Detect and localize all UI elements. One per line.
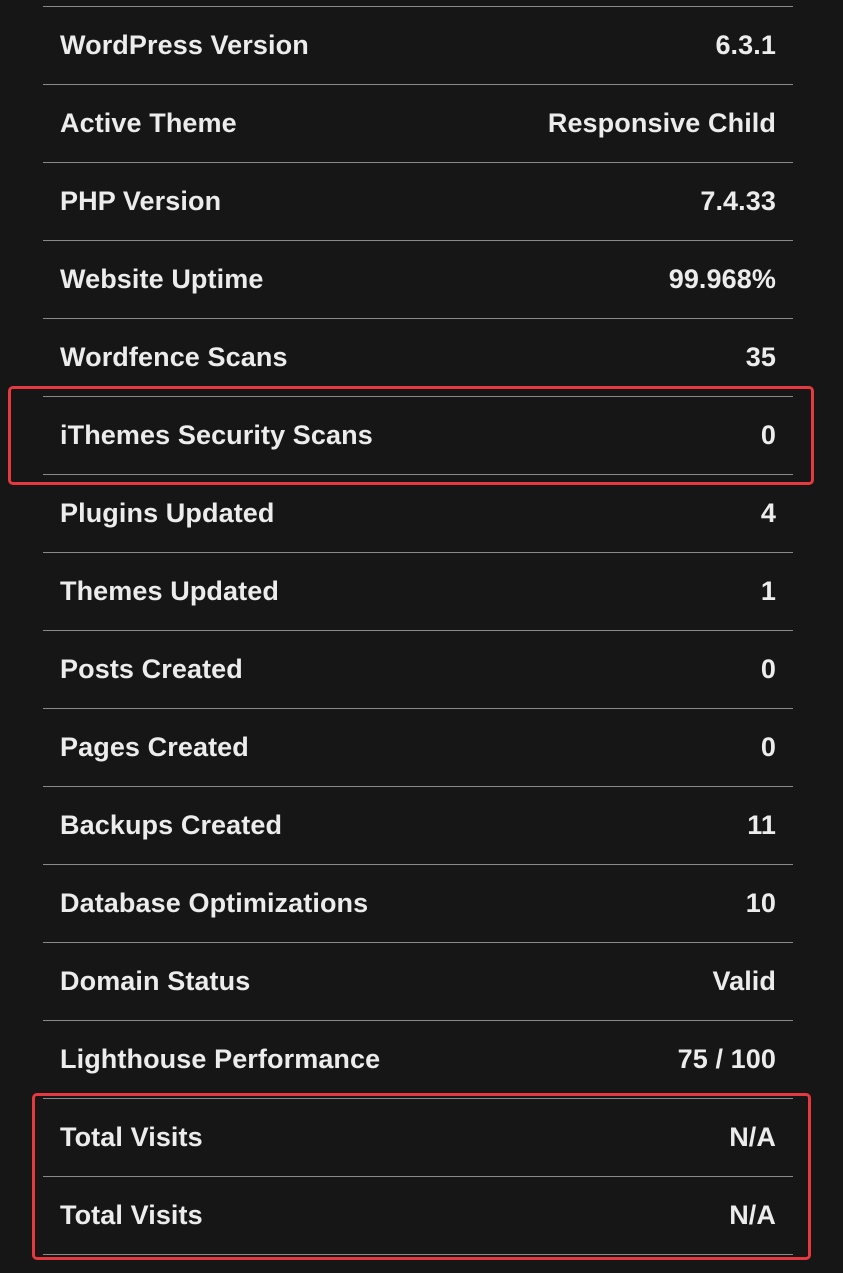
stat-label: Domain Status xyxy=(60,966,251,996)
stat-label: PHP Version xyxy=(60,186,222,216)
stat-row-themes-updated: Themes Updated 1 xyxy=(43,553,793,631)
stat-label: Database Optimizations xyxy=(60,888,369,918)
stat-row-ithemes-security-scans: iThemes Security Scans 0 xyxy=(43,397,793,475)
stat-row-pages-created: Pages Created 0 xyxy=(43,709,793,787)
stat-row-database-optimizations: Database Optimizations 10 xyxy=(43,865,793,943)
stat-label: Total Visits xyxy=(60,1200,203,1230)
stat-label: Active Theme xyxy=(60,108,237,138)
stat-value: Valid xyxy=(712,966,776,996)
stat-label: WordPress Version xyxy=(60,30,309,60)
stat-row-website-uptime: Website Uptime 99.968% xyxy=(43,241,793,319)
stat-label: Backups Created xyxy=(60,810,283,840)
report-stats-table: WordPress Version 6.3.1 Active Theme Res… xyxy=(43,6,793,1255)
stat-label: Lighthouse Performance xyxy=(60,1044,381,1074)
stat-value: 99.968% xyxy=(668,264,776,294)
stat-label: Website Uptime xyxy=(60,264,264,294)
stat-row-posts-created: Posts Created 0 xyxy=(43,631,793,709)
stat-row-total-visits: Total Visits N/A xyxy=(43,1099,793,1177)
stat-row-active-theme: Active Theme Responsive Child xyxy=(43,85,793,163)
stat-value: 75 / 100 xyxy=(677,1044,776,1074)
stat-label: Pages Created xyxy=(60,732,249,762)
stat-value: 7.4.33 xyxy=(700,186,776,216)
stat-label: iThemes Security Scans xyxy=(60,420,373,450)
stat-row-domain-status: Domain Status Valid xyxy=(43,943,793,1021)
stat-row-backups-created: Backups Created 11 xyxy=(43,787,793,865)
stat-value: 10 xyxy=(745,888,776,918)
stat-value: Responsive Child xyxy=(547,108,776,138)
stat-value: 6.3.1 xyxy=(715,30,776,60)
stat-row-wordfence-scans: Wordfence Scans 35 xyxy=(43,319,793,397)
stat-value: N/A xyxy=(729,1200,776,1230)
stat-row-wordpress-version: WordPress Version 6.3.1 xyxy=(43,7,793,85)
stat-label: Total Visits xyxy=(60,1122,203,1152)
stat-label: Wordfence Scans xyxy=(60,342,288,372)
stat-row-lighthouse-performance: Lighthouse Performance 75 / 100 xyxy=(43,1021,793,1099)
stat-value: 1 xyxy=(760,576,776,606)
stat-label: Posts Created xyxy=(60,654,243,684)
stat-value: 35 xyxy=(745,342,776,372)
stat-label: Themes Updated xyxy=(60,576,279,606)
stat-value: 0 xyxy=(760,732,776,762)
stat-value: 0 xyxy=(760,420,776,450)
stat-value: 0 xyxy=(760,654,776,684)
stat-row-php-version: PHP Version 7.4.33 xyxy=(43,163,793,241)
stat-label: Plugins Updated xyxy=(60,498,275,528)
stat-value: 4 xyxy=(760,498,776,528)
stat-value: 11 xyxy=(747,810,776,840)
stat-value: N/A xyxy=(729,1122,776,1152)
stat-row-plugins-updated: Plugins Updated 4 xyxy=(43,475,793,553)
stat-row-total-visits-duplicate: Total Visits N/A xyxy=(43,1177,793,1255)
